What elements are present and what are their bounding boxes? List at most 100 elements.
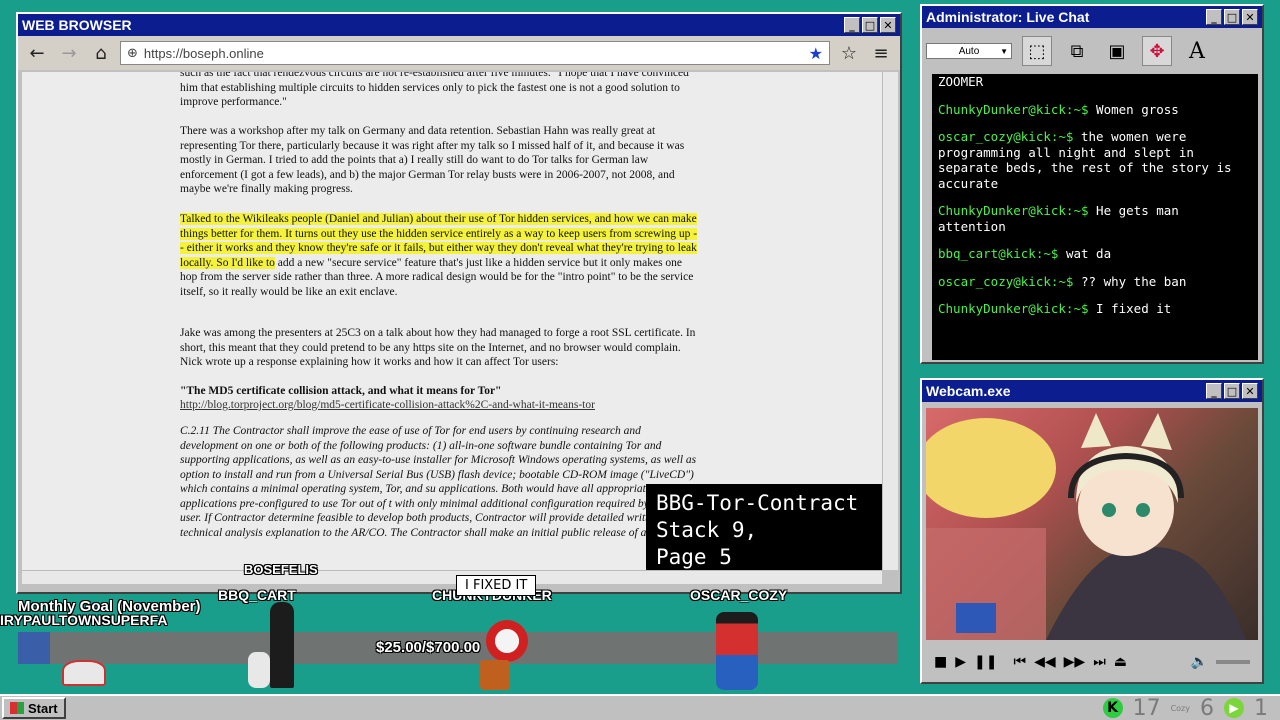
character-name: IRYPAULTOWNSUPERFA: [0, 612, 168, 628]
chat-username: bbq_cart@kick:~$: [938, 246, 1059, 261]
ghost-sprite: [248, 652, 270, 688]
pause-icon[interactable]: ❚❚: [974, 654, 997, 670]
home-icon[interactable]: ⌂: [88, 40, 114, 66]
taskbar: Start K 17 Cozy 6 ▶ 1: [0, 694, 1280, 720]
favorites-icon[interactable]: ☆: [836, 40, 862, 66]
windows-logo-icon: [10, 702, 24, 714]
chat-toolbar: Auto ▼ ⬚ ⧉ ▣ ✥ A: [922, 28, 1262, 74]
browser-title: WEB BROWSER: [22, 17, 132, 33]
doc-link[interactable]: http://blog.torproject.org/blog/md5-cert…: [180, 398, 700, 413]
follower-count: 6: [1200, 695, 1214, 720]
select-tool-icon[interactable]: ⬚: [1022, 36, 1052, 66]
goal-progress-bar: $25.00/$700.00: [18, 632, 898, 664]
pot-sprite: [480, 660, 510, 690]
maximize-button[interactable]: □: [1224, 9, 1240, 25]
plush-shape: [926, 418, 1056, 518]
goal-progress-fill: [18, 632, 50, 664]
volume-icon[interactable]: 🔈: [1191, 654, 1208, 670]
sweater-shape: [1046, 547, 1246, 640]
chat-text: Women gross: [1088, 101, 1179, 117]
stack-overlay: BBG-Tor-Contract Stack 9, Page 5: [646, 484, 882, 570]
bookmark-star-icon[interactable]: ★: [809, 44, 823, 63]
chat-username: ChunkyDunker@kick:~$: [938, 301, 1089, 316]
overlay-line: Stack 9,: [656, 518, 758, 542]
doc-paragraph: Jake was among the presenters at 25C3 on…: [180, 327, 696, 368]
plant-sprite: [486, 620, 528, 662]
overlay-line: Page 5: [656, 545, 732, 569]
chat-message: ChunkyDunker@kick:~$ I fixed it: [938, 301, 1252, 317]
next-icon[interactable]: ⏭: [1093, 654, 1106, 670]
sub-count: 1: [1254, 695, 1268, 720]
runner-sprite: [716, 612, 758, 690]
character-name: BOSEFELIS: [244, 562, 318, 577]
stop-icon[interactable]: ■: [934, 654, 947, 670]
horizontal-scrollbar[interactable]: [22, 570, 882, 584]
play-icon[interactable]: ▶: [955, 654, 966, 670]
maximize-button[interactable]: □: [862, 17, 878, 33]
chat-window: Administrator: Live Chat _ □ ✕ Auto ▼ ⬚ ⧉…: [920, 4, 1264, 364]
move-icon[interactable]: ✥: [1142, 36, 1172, 66]
media-controls: ■ ▶ ❚❚ ⏮ ◀◀ ▶▶ ⏭ ⏏ 🔈: [926, 648, 1258, 676]
paste-icon[interactable]: ▣: [1102, 36, 1132, 66]
close-button[interactable]: ✕: [1242, 383, 1258, 399]
chat-username: ChunkyDunker@kick:~$: [938, 203, 1089, 218]
goal-value: $25.00/$700.00: [376, 639, 481, 656]
chat-log[interactable]: ZOOMER ChunkyDunker@kick:~$ Women gross …: [932, 74, 1258, 360]
chat-message: bbq_cart@kick:~$ wat da: [938, 246, 1252, 262]
doc-link-title: "The MD5 certificate collision attack, a…: [180, 385, 502, 397]
size-select[interactable]: Auto ▼: [926, 43, 1012, 59]
speech-bubble: I FIXED IT: [456, 575, 537, 596]
eject-icon[interactable]: ⏏: [1114, 654, 1127, 670]
forward-icon[interactable]: →: [56, 40, 82, 66]
chat-line: ZOOMER: [938, 74, 984, 89]
chevron-down-icon: ▼: [1000, 46, 1008, 56]
minimize-button[interactable]: _: [1206, 383, 1222, 399]
browser-window: WEB BROWSER _ □ ✕ ← → ⌂ ⊕ https://boseph…: [16, 12, 902, 594]
webcam-view: [926, 408, 1258, 640]
chat-text: ?? why the ban: [1073, 273, 1187, 289]
chat-message: oscar_cozy@kick:~$ ?? why the ban: [938, 274, 1252, 290]
vertical-scrollbar[interactable]: [882, 72, 898, 570]
play-circle-icon[interactable]: ▶: [1224, 698, 1244, 718]
address-bar[interactable]: ⊕ https://boseph.online ★: [120, 41, 830, 65]
webcam-window: Webcam.exe _ □ ✕ ■ ▶ ❚❚ ⏮ ◀◀ ▶▶ ⏭ ⏏ �: [920, 378, 1264, 684]
start-button[interactable]: Start: [2, 697, 66, 719]
webcam-titlebar[interactable]: Webcam.exe _ □ ✕: [922, 380, 1262, 402]
volume-slider[interactable]: [1216, 660, 1250, 664]
avatar-illustration: [926, 413, 1246, 640]
minimize-button[interactable]: _: [844, 17, 860, 33]
maximize-button[interactable]: □: [1224, 383, 1240, 399]
url-text: https://boseph.online: [143, 45, 264, 61]
doc-paragraph: such as the fact that rendezvous circuit…: [180, 72, 689, 108]
viewer-count: 17: [1132, 695, 1161, 720]
chat-message: ChunkyDunker@kick:~$ He gets man attenti…: [938, 203, 1252, 234]
browser-titlebar[interactable]: WEB BROWSER _ □ ✕: [18, 14, 900, 36]
start-label: Start: [28, 700, 58, 716]
kick-icon[interactable]: K: [1102, 698, 1123, 718]
previous-icon[interactable]: ⏮: [1013, 654, 1026, 670]
back-icon[interactable]: ←: [24, 40, 50, 66]
chat-username: oscar_cozy@kick:~$: [938, 273, 1074, 289]
chat-message: oscar_cozy@kick:~$ the women were progra…: [938, 129, 1252, 191]
tray-label: Cozy: [1170, 703, 1190, 713]
close-button[interactable]: ✕: [880, 17, 896, 33]
chat-username: oscar_cozy@kick:~$: [938, 129, 1074, 144]
minimize-button[interactable]: _: [1206, 9, 1222, 25]
fast-forward-icon[interactable]: ▶▶: [1064, 654, 1086, 670]
robot-sprite: [270, 602, 294, 688]
rewind-icon[interactable]: ◀◀: [1034, 654, 1056, 670]
overlay-line: BBG-Tor-Contract: [656, 491, 859, 515]
character-name: OSCAR_COZY: [690, 587, 788, 603]
chat-username: ChunkyDunker@kick:~$: [938, 101, 1089, 117]
size-select-value: Auto: [958, 45, 980, 57]
chat-titlebar[interactable]: Administrator: Live Chat _ □ ✕: [922, 6, 1262, 28]
cow-sprite: [62, 660, 106, 686]
doc-paragraph: C.2.11 The Contractor shall improve the …: [180, 425, 697, 539]
copy-icon[interactable]: ⧉: [1062, 36, 1092, 66]
chat-message: ChunkyDunker@kick:~$ Women gross: [938, 102, 1252, 118]
browser-navbar: ← → ⌂ ⊕ https://boseph.online ★ ☆ ≡: [18, 36, 900, 70]
mug-shape: [956, 603, 996, 633]
menu-icon[interactable]: ≡: [868, 40, 894, 66]
font-icon[interactable]: A: [1182, 36, 1212, 66]
close-button[interactable]: ✕: [1242, 9, 1258, 25]
